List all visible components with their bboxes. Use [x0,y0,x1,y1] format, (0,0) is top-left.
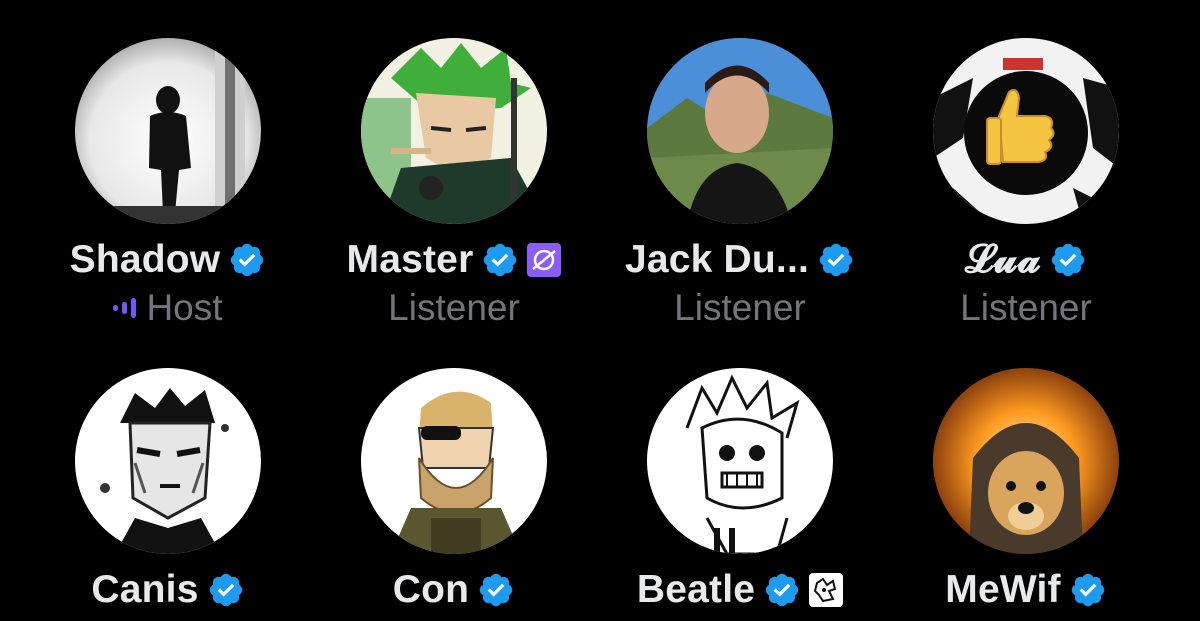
speaker-role: Host [146,287,223,328]
verified-badge-icon [481,241,519,279]
speaker-con[interactable]: Con [304,368,604,614]
avatar-mewif[interactable] [933,368,1119,554]
speaker-name: Canis [91,568,199,611]
man-photo-avatar-icon [647,38,833,224]
speaker-jack[interactable]: Jack Du... Listener [590,38,890,330]
speaker-canis[interactable]: Canis [18,368,318,614]
speaker-role: Listener [960,287,1092,328]
name-row: 𝓛𝓾𝓪 [965,236,1087,284]
verified-badge-icon [477,571,515,609]
name-row: Jack Du... [625,236,855,284]
sketch-face-avatar-icon [647,368,833,554]
verified-badge-icon [817,241,855,279]
speaker-name: MeWif [945,568,1061,611]
avatar-shadow[interactable] [75,38,261,224]
speaking-indicator-icon [113,296,137,320]
speaker-name: Beatle [636,568,756,611]
role-row: Listener [674,286,806,330]
speakers-grid: Shadow Host Master Listener Jack Du... L… [0,0,1200,621]
silhouette-avatar-icon [75,38,261,224]
verified-badge-icon [763,571,801,609]
avatar-jack[interactable] [647,38,833,224]
role-row: Listener [388,286,520,330]
speaker-role: Listener [388,287,520,328]
speaker-name: 𝓛𝓾𝓪 [965,238,1041,281]
speaker-name: Jack Du... [624,238,810,281]
speaker-role: Listener [674,287,806,328]
speaker-master[interactable]: Master Listener [304,38,604,330]
name-row: Beatle [636,566,844,614]
avatar-beatle[interactable] [647,368,833,554]
avatar-lua[interactable] [933,38,1119,224]
speaker-shadow[interactable]: Shadow Host [18,38,318,330]
role-row: Listener [960,286,1092,330]
avatar-con[interactable] [361,368,547,554]
name-row: Canis [91,566,244,614]
verified-badge-icon [207,571,245,609]
speaker-mewif[interactable]: MeWif [876,368,1176,614]
speaker-beatle[interactable]: Beatle [590,368,890,614]
avatar-master[interactable] [361,38,547,224]
verified-badge-icon [1049,241,1087,279]
speaker-lua[interactable]: 𝓛𝓾𝓪 Listener [876,38,1176,330]
name-row: Master [347,236,562,284]
verified-badge-icon [1069,571,1107,609]
name-row: MeWif [945,566,1106,614]
speaker-name: Master [346,238,474,281]
name-row: Shadow [70,236,267,284]
thumbs-up-anime-avatar-icon [933,38,1119,224]
bearded-soldier-avatar-icon [361,368,547,554]
speaker-name: Shadow [69,238,221,281]
black-white-man-avatar-icon [75,368,261,554]
green-hair-anime-avatar-icon [361,38,547,224]
sketch-logo-badge-icon [809,573,844,607]
purple-logo-badge-icon [527,243,562,277]
role-row: Host [113,286,223,330]
name-row: Con [393,566,515,614]
speaker-name: Con [392,568,470,611]
avatar-canis[interactable] [75,368,261,554]
verified-badge-icon [228,241,266,279]
fire-dog-avatar-icon [933,368,1119,554]
